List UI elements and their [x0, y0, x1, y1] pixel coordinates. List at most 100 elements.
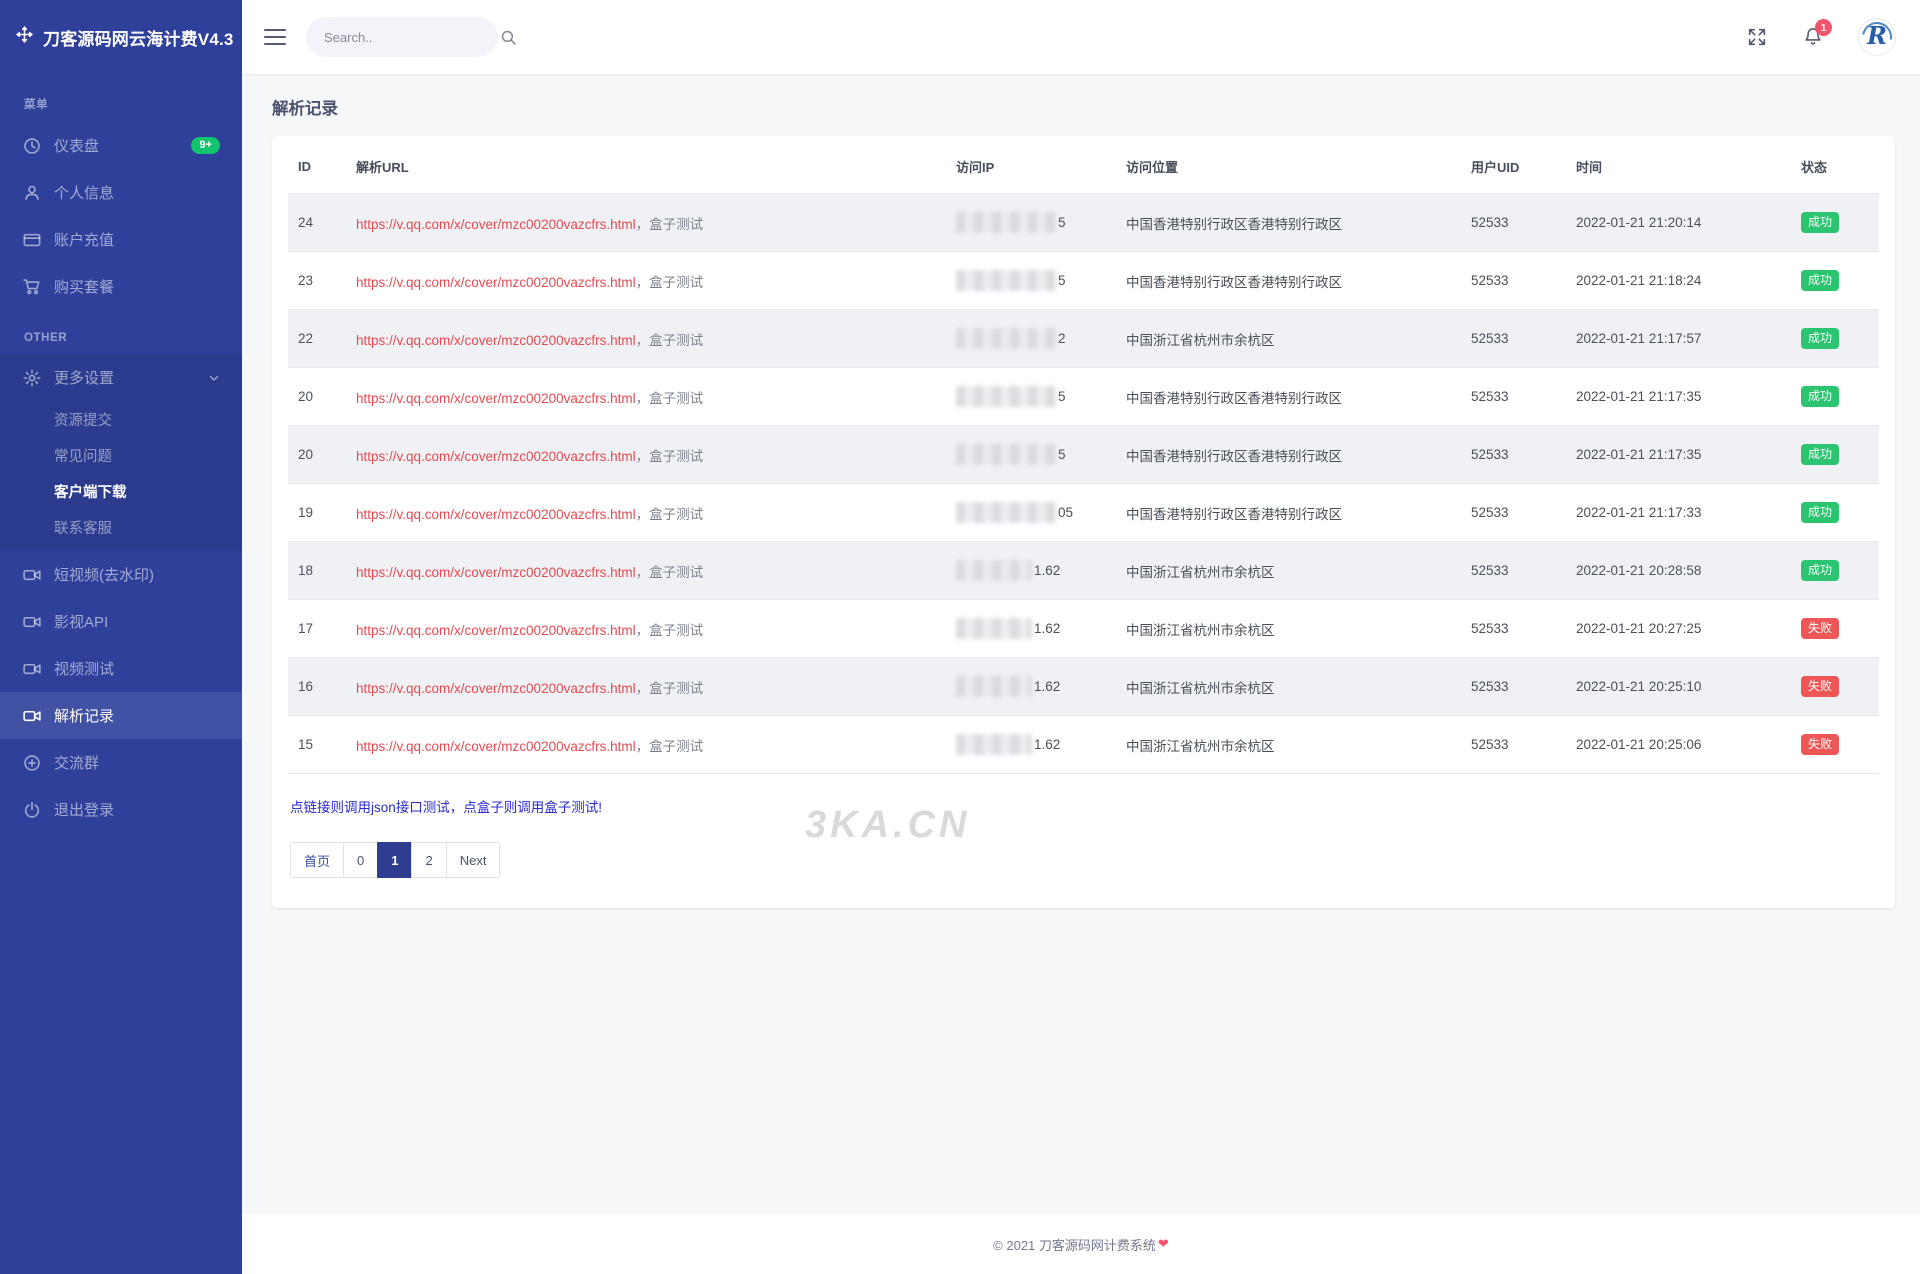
col-header-uid: 用户UID [1461, 140, 1566, 194]
notification-bell-icon[interactable]: 1 [1802, 26, 1824, 48]
gear-icon [22, 368, 41, 387]
col-header-location: 访问位置 [1116, 140, 1461, 194]
menu-section-label: 菜单 [0, 74, 242, 122]
sidebar-item-packages[interactable]: 购买套餐 [0, 263, 242, 310]
ip-suffix: 1.62 [1034, 737, 1060, 752]
table-row: 20 https://v.qq.com/x/cover/mzc00200vazc… [288, 426, 1879, 484]
status-badge: 成功 [1801, 212, 1839, 233]
parse-url-link[interactable]: https://v.qq.com/x/cover/mzc00200vazcfrs… [356, 333, 636, 348]
box-test-link[interactable]: ，盒子测试 [636, 449, 704, 464]
sidebar-item-label: 视频测试 [54, 658, 114, 679]
ip-redacted-blur [956, 328, 1056, 349]
col-header-ip: 访问IP [946, 140, 1116, 194]
parse-url-link[interactable]: https://v.qq.com/x/cover/mzc00200vazcfrs… [356, 681, 636, 696]
sidebar-item-recharge[interactable]: 账户充值 [0, 216, 242, 263]
avatar[interactable]: R [1858, 18, 1896, 56]
sidebar-subitem-contact-support[interactable]: 联系客服 [0, 509, 242, 545]
cell-location: 中国香港特别行政区香港特别行政区 [1116, 426, 1461, 484]
sidebar-subitem-label: 资源提交 [54, 409, 112, 430]
parse-url-link[interactable]: https://v.qq.com/x/cover/mzc00200vazcfrs… [356, 623, 636, 638]
main-area: 1 R 解析记录 ID [242, 0, 1920, 1274]
sidebar-item-label: 短视频(去水印) [54, 564, 154, 585]
cell-time: 2022-01-21 21:18:24 [1566, 252, 1791, 310]
brand: 刀客源码网云海计费V4.3 [0, 0, 242, 74]
notification-count-badge: 1 [1815, 19, 1832, 36]
cell-uid: 52533 [1461, 716, 1566, 774]
status-badge: 成功 [1801, 560, 1839, 581]
sidebar-item-short-video[interactable]: 短视频(去水印) [0, 551, 242, 598]
box-test-link[interactable]: ，盒子测试 [636, 623, 704, 638]
sidebar-subitem-resource-submit[interactable]: 资源提交 [0, 401, 242, 437]
table-row: 15 https://v.qq.com/x/cover/mzc00200vazc… [288, 716, 1879, 774]
ip-suffix: 1.62 [1034, 563, 1060, 578]
box-test-link[interactable]: ，盒子测试 [636, 565, 704, 580]
fullscreen-icon[interactable] [1746, 26, 1768, 48]
sidebar-item-movie-api[interactable]: 影视API [0, 598, 242, 645]
ip-redacted-blur [956, 270, 1056, 291]
video-camera-icon [22, 706, 41, 725]
video-camera-icon [22, 565, 41, 584]
box-test-link[interactable]: ，盒子测试 [636, 391, 704, 406]
table-row: 17 https://v.qq.com/x/cover/mzc00200vazc… [288, 600, 1879, 658]
cell-id: 20 [288, 368, 346, 426]
box-test-link[interactable]: ，盒子测试 [636, 507, 704, 522]
cell-location: 中国香港特别行政区香港特别行政区 [1116, 368, 1461, 426]
parse-url-link[interactable]: https://v.qq.com/x/cover/mzc00200vazcfrs… [356, 217, 636, 232]
footer: © 2021 刀客源码网计费系统 ❤ [242, 1214, 1920, 1274]
pagination-button[interactable]: 0 [343, 842, 378, 878]
search-input[interactable] [324, 30, 500, 45]
search-icon[interactable] [500, 29, 517, 46]
sidebar-subitem-faq[interactable]: 常见问题 [0, 437, 242, 473]
sidebar-item-more-settings[interactable]: 更多设置 [0, 354, 242, 401]
pagination-button[interactable]: Next [446, 842, 501, 878]
table-header-row: ID 解析URL 访问IP 访问位置 用户UID 时间 状态 [288, 140, 1879, 194]
box-test-link[interactable]: ，盒子测试 [636, 681, 704, 696]
page-title: 解析记录 [272, 95, 1895, 119]
sidebar-subitem-client-download[interactable]: 客户端下载 [0, 473, 242, 509]
status-badge: 失败 [1801, 734, 1839, 755]
box-test-link[interactable]: ，盒子测试 [636, 333, 704, 348]
pagination-button[interactable]: 1 [377, 842, 412, 878]
parse-url-link[interactable]: https://v.qq.com/x/cover/mzc00200vazcfrs… [356, 391, 636, 406]
topbar: 1 R [242, 0, 1920, 74]
cell-time: 2022-01-21 20:27:25 [1566, 600, 1791, 658]
box-test-link[interactable]: ，盒子测试 [636, 739, 704, 754]
cell-id: 23 [288, 252, 346, 310]
box-test-link[interactable]: ，盒子测试 [636, 217, 704, 232]
cell-location: 中国浙江省杭州市余杭区 [1116, 716, 1461, 774]
plus-circle-icon [22, 753, 41, 772]
parse-url-link[interactable]: https://v.qq.com/x/cover/mzc00200vazcfrs… [356, 449, 636, 464]
user-icon [22, 183, 41, 202]
ip-redacted-blur [956, 618, 1032, 639]
cell-id: 24 [288, 194, 346, 252]
app-title: 刀客源码网云海计费V4.3 [43, 25, 234, 50]
sidebar-item-chat-group[interactable]: 交流群 [0, 739, 242, 786]
ip-redacted-blur [956, 676, 1032, 697]
table-row: 16 https://v.qq.com/x/cover/mzc00200vazc… [288, 658, 1879, 716]
sidebar-item-profile[interactable]: 个人信息 [0, 169, 242, 216]
sidebar-item-video-test[interactable]: 视频测试 [0, 645, 242, 692]
parse-url-link[interactable]: https://v.qq.com/x/cover/mzc00200vazcfrs… [356, 507, 636, 522]
cell-uid: 52533 [1461, 368, 1566, 426]
ip-suffix: 5 [1058, 273, 1066, 288]
hamburger-menu-button[interactable] [264, 24, 286, 50]
cell-time: 2022-01-21 20:25:06 [1566, 716, 1791, 774]
status-badge: 失败 [1801, 676, 1839, 697]
parse-url-link[interactable]: https://v.qq.com/x/cover/mzc00200vazcfrs… [356, 275, 636, 290]
chevron-down-icon [208, 372, 220, 384]
sidebar-item-logout[interactable]: 退出登录 [0, 786, 242, 833]
status-badge: 成功 [1801, 386, 1839, 407]
parse-url-link[interactable]: https://v.qq.com/x/cover/mzc00200vazcfrs… [356, 565, 636, 580]
sidebar-item-label: 购买套餐 [54, 276, 114, 297]
search-box [306, 17, 498, 57]
pagination-button[interactable]: 2 [411, 842, 446, 878]
sidebar-item-dashboard[interactable]: 仪表盘 9+ [0, 122, 242, 169]
ip-redacted-blur [956, 444, 1056, 465]
pagination-button[interactable]: 首页 [290, 842, 344, 878]
cell-uid: 52533 [1461, 194, 1566, 252]
sidebar-item-parse-records[interactable]: 解析记录 [0, 692, 242, 739]
box-test-link[interactable]: ，盒子测试 [636, 275, 704, 290]
parse-url-link[interactable]: https://v.qq.com/x/cover/mzc00200vazcfrs… [356, 739, 636, 754]
cell-location: 中国浙江省杭州市余杭区 [1116, 310, 1461, 368]
video-camera-icon [22, 612, 41, 631]
